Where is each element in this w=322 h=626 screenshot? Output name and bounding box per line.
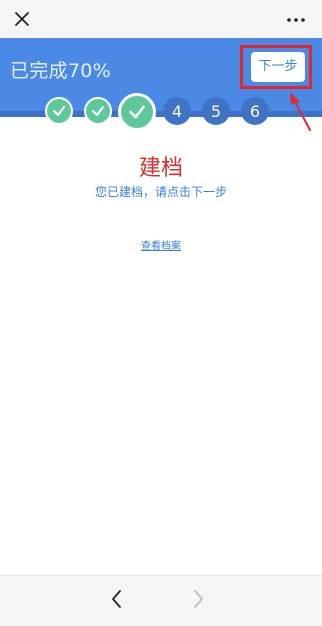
progress-text: 已完成70%	[10, 60, 112, 82]
check-icon	[92, 106, 104, 116]
view-record-link[interactable]: 查看档案	[0, 237, 322, 252]
status-message: 您已建档，请点击下一步	[94, 185, 227, 199]
page-title: 建档	[138, 156, 183, 181]
check-icon	[129, 105, 145, 119]
step-6: 6	[241, 97, 269, 125]
step-4: 4	[163, 97, 191, 125]
step-3	[118, 93, 156, 131]
step-2	[84, 97, 112, 125]
next-button[interactable]: 下一步	[251, 52, 305, 82]
step-1	[45, 97, 73, 125]
chevron-left-icon[interactable]	[109, 588, 125, 610]
step-5: 5	[202, 97, 230, 125]
check-icon	[53, 106, 65, 116]
close-icon[interactable]	[12, 9, 32, 29]
bottom-nav-bar	[0, 575, 322, 626]
arrow-icon	[290, 92, 311, 131]
top-bar	[0, 0, 322, 38]
more-icon[interactable]	[286, 17, 306, 23]
chevron-right-icon	[194, 590, 203, 608]
